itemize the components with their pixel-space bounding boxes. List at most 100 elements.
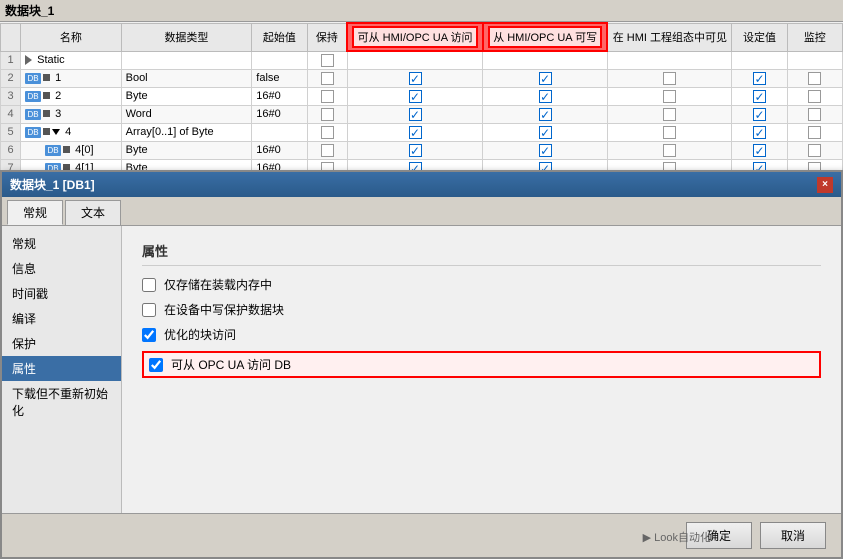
table-row: 6 DB 4[0] Byte 16#0 ✓ ✓ ✓ [1,141,843,159]
monitor-cell [787,123,842,141]
sidebar-item-compile[interactable]: 编译 [2,306,121,331]
hmivisible-cell [607,69,731,87]
type-cell: Bool [121,69,252,87]
hmivisible-cell [607,141,731,159]
retain-check[interactable] [321,108,334,121]
sidebar-item-timestamp[interactable]: 时间戳 [2,281,121,306]
sidebar-item-info[interactable]: 信息 [2,256,121,281]
property-checkbox-0[interactable] [142,278,156,292]
cancel-button[interactable]: 取消 [760,522,826,549]
hmiread-cell: ✓ [347,105,483,123]
db-icon: DB [25,127,41,138]
setval-check[interactable]: ✓ [753,144,766,157]
modal-close-button[interactable]: × [817,177,833,193]
table-row: 5 DB 4 Array[0..1] of Byte ✓ ✓ ✓ [1,123,843,141]
initval-cell: 16#0 [252,105,307,123]
hmiread-check[interactable]: ✓ [409,144,422,157]
sidebar-item-protection[interactable]: 保护 [2,331,121,356]
hmivisible-check[interactable] [663,108,676,121]
type-cell: Byte [121,141,252,159]
square-icon [43,110,50,117]
monitor-check[interactable] [808,126,821,139]
static-row: 1 Static [1,51,843,69]
property-checkbox-2[interactable] [142,328,156,342]
monitor-cell [787,69,842,87]
db-icon: DB [25,73,41,84]
static-init-cell [252,51,307,69]
static-hmiread-cell [347,51,483,69]
hmiwrite-check[interactable]: ✓ [539,126,552,139]
monitor-cell [787,141,842,159]
hmiwrite-check[interactable]: ✓ [539,72,552,85]
col-hmi-visible-header: 在 HMI 工程组态中可见 [607,23,731,51]
modal-title: 数据块_1 [DB1] [10,176,95,193]
expand-icon[interactable] [52,129,60,135]
name-cell: DB 4[0] [21,141,122,159]
modal-content: 属性 仅存储在装载内存中 在设备中写保护数据块 优化的块访问 可从 OPC UA… [122,226,841,551]
db-icon: DB [25,91,41,102]
retain-check[interactable] [321,90,334,103]
property-checkbox-3[interactable] [149,358,163,372]
tab-text[interactable]: 文本 [65,200,121,225]
hmiread-check[interactable]: ✓ [409,108,422,121]
property-label-1: 在设备中写保护数据块 [164,301,284,318]
hmivisible-cell [607,105,731,123]
table-row: 2 DB 1 Bool false ✓ ✓ ✓ [1,69,843,87]
look-icon: ▶ [643,532,651,544]
hmiwrite-check[interactable]: ✓ [539,90,552,103]
property-label-2: 优化的块访问 [164,326,236,343]
name-cell: DB 4 [21,123,122,141]
retain-cell [307,69,347,87]
retain-check[interactable] [321,126,334,139]
hmiread-check[interactable]: ✓ [409,90,422,103]
static-label: Static [37,54,65,66]
sidebar-item-download[interactable]: 下载但不重新初始化 [2,381,121,423]
hmi-read-header-label: 可从 HMI/OPC UA 访问 [352,26,478,48]
modal-title-bar: 数据块_1 [DB1] × [2,172,841,197]
retain-check[interactable] [321,72,334,85]
sidebar-item-properties[interactable]: 属性 [2,356,121,381]
property-checkbox-1[interactable] [142,303,156,317]
hmivisible-check[interactable] [663,144,676,157]
square-icon [43,92,50,99]
initval-cell [252,123,307,141]
col-setval-header: 设定值 [732,23,787,51]
type-cell: Array[0..1] of Byte [121,123,252,141]
monitor-check[interactable] [808,144,821,157]
db-icon: DB [25,109,41,120]
hmi-write-header-label: 从 HMI/OPC UA 可写 [488,26,603,48]
col-name-header: 名称 [21,23,122,51]
watermark-text: Look自动化 [654,532,711,544]
hmiwrite-cell: ✓ [483,123,608,141]
setval-cell: ✓ [732,69,787,87]
sidebar-item-general[interactable]: 常规 [2,231,121,256]
hmiread-cell: ✓ [347,69,483,87]
hmiread-check[interactable]: ✓ [409,72,422,85]
monitor-check[interactable] [808,90,821,103]
static-retain-check[interactable] [321,54,334,67]
monitor-check[interactable] [808,108,821,121]
table-row: 3 DB 2 Byte 16#0 ✓ ✓ ✓ [1,87,843,105]
static-name-cell: Static [21,51,122,69]
hmivisible-check[interactable] [663,126,676,139]
setval-check[interactable]: ✓ [753,72,766,85]
setval-check[interactable]: ✓ [753,90,766,103]
retain-check[interactable] [321,144,334,157]
hmivisible-check[interactable] [663,72,676,85]
row-name: 2 [55,90,61,102]
property-label-0: 仅存储在装载内存中 [164,276,272,293]
hmiwrite-check[interactable]: ✓ [539,108,552,121]
hmivisible-cell [607,123,731,141]
monitor-cell [787,87,842,105]
setval-check[interactable]: ✓ [753,108,766,121]
properties-title: 属性 [142,241,821,266]
setval-check[interactable]: ✓ [753,126,766,139]
hmivisible-check[interactable] [663,90,676,103]
property-label-3: 可从 OPC UA 访问 DB [171,356,291,373]
tab-general[interactable]: 常规 [7,200,63,225]
hmiwrite-check[interactable]: ✓ [539,144,552,157]
monitor-check[interactable] [808,72,821,85]
hmiwrite-cell: ✓ [483,87,608,105]
expand-arrow-icon[interactable] [25,55,32,65]
hmiread-check[interactable]: ✓ [409,126,422,139]
